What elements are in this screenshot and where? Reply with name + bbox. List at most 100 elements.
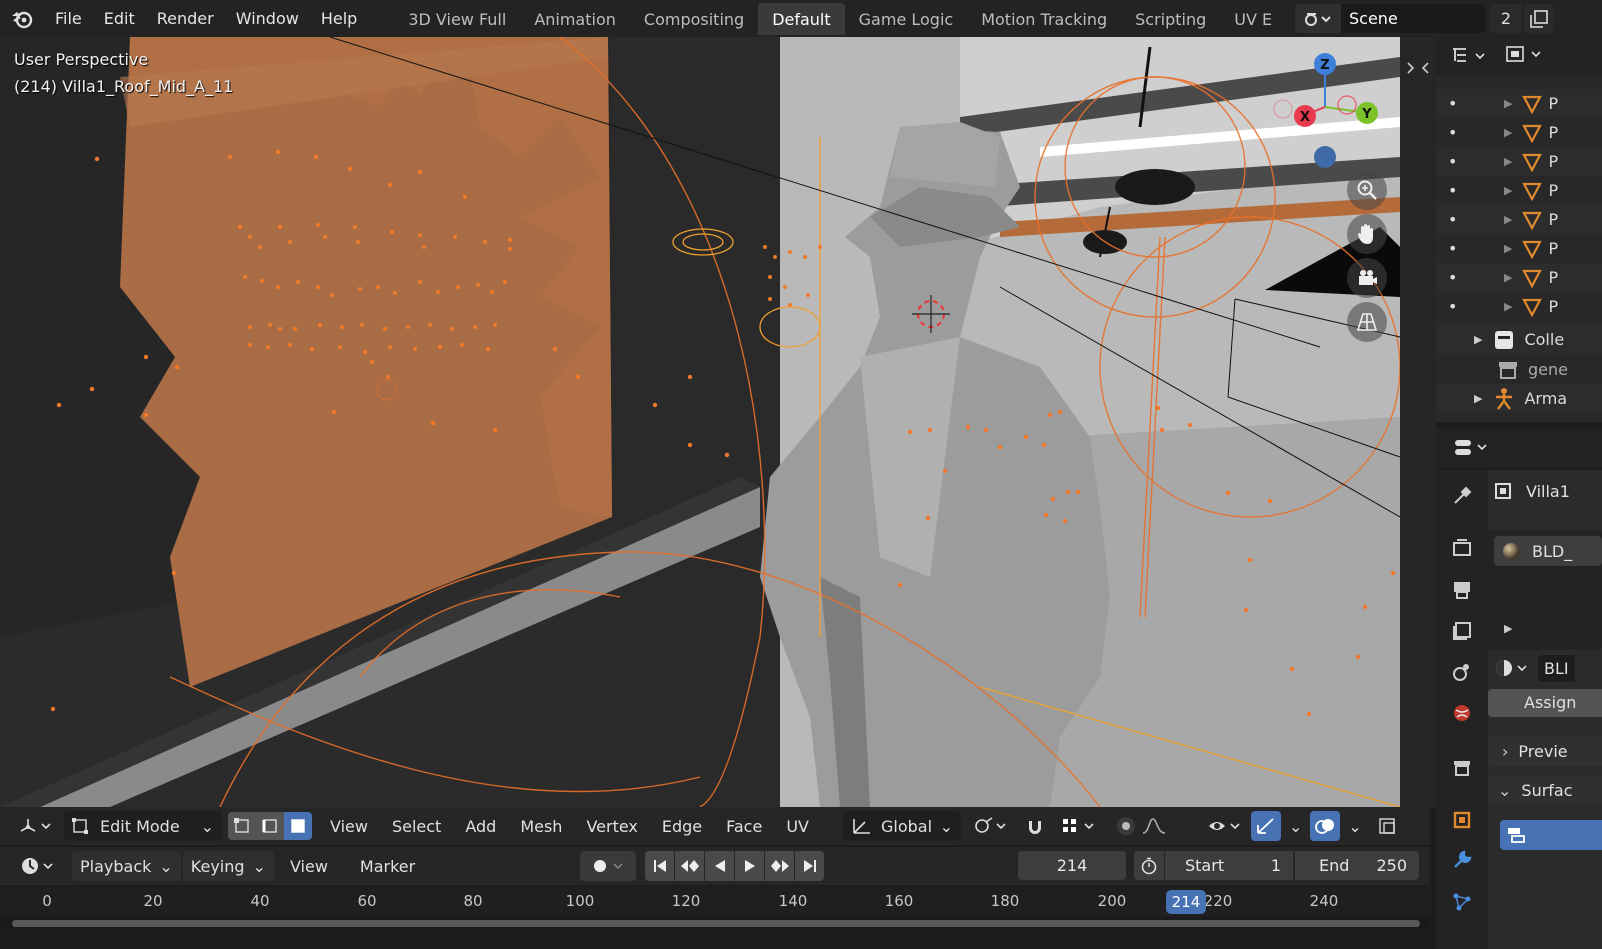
outliner-row-gene[interactable]: gene — [1436, 355, 1602, 384]
surface-panel-header[interactable]: ⌄ Surfac — [1488, 775, 1602, 805]
transform-orientation-dropdown[interactable]: Global ⌄ — [842, 811, 961, 841]
expand-arrow-icon[interactable]: ▶ — [1504, 271, 1512, 284]
tab-default[interactable]: Default — [758, 2, 845, 35]
record-button[interactable] — [580, 851, 636, 881]
preview-panel-header[interactable]: › Previe — [1488, 736, 1602, 766]
outliner-row[interactable]: • ▶ P — [1436, 292, 1602, 321]
play-reverse-icon[interactable] — [705, 851, 734, 881]
tab-game-logic[interactable]: Game Logic — [845, 3, 968, 35]
expand-arrow-icon[interactable]: ▶ — [1504, 126, 1512, 139]
play-icon[interactable] — [735, 851, 764, 881]
menu-help[interactable]: Help — [310, 0, 368, 37]
scene-icon[interactable] — [1295, 4, 1341, 33]
menu-timeline-view[interactable]: View — [282, 851, 336, 881]
tab-motion-tracking[interactable]: Motion Tracking — [967, 3, 1121, 35]
xray-icon[interactable] — [1370, 811, 1404, 841]
expand-arrow-icon[interactable]: ▶ — [1504, 184, 1512, 197]
jump-start-icon[interactable] — [645, 851, 674, 881]
object-name-row[interactable]: Villa1 — [1492, 476, 1570, 506]
camera-view-icon[interactable] — [1347, 258, 1387, 298]
menu-window[interactable]: Window — [225, 0, 310, 37]
tab-uv-editing[interactable]: UV E — [1220, 3, 1286, 35]
modifier-wrench-tab-icon[interactable] — [1444, 842, 1480, 878]
next-keyframe-icon[interactable] — [765, 851, 794, 881]
viewport-scene[interactable] — [0, 37, 1400, 807]
face-select-icon[interactable] — [284, 812, 312, 840]
expand-arrow-icon[interactable]: ▶ — [1504, 213, 1512, 226]
3d-viewport[interactable]: User Perspective (214) Villa1_Roof_Mid_A… — [0, 37, 1400, 807]
mode-dropdown[interactable]: Edit Mode ⌄ — [64, 811, 222, 841]
menu-vertex[interactable]: Vertex — [578, 811, 645, 841]
outliner-row[interactable]: • ▶ P — [1436, 263, 1602, 292]
menu-uv[interactable]: UV — [778, 811, 817, 841]
expand-arrow-icon[interactable]: ▶ — [1504, 242, 1512, 255]
menu-edit[interactable]: Edit — [93, 0, 146, 37]
snap-target-icon[interactable] — [1053, 811, 1107, 841]
tab-3d-view-full[interactable]: 3D View Full — [394, 3, 520, 35]
pivot-point-icon[interactable] — [965, 811, 1017, 841]
timeline-editor-icon[interactable] — [12, 851, 66, 881]
outliner-row[interactable]: • ▶ P — [1436, 176, 1602, 205]
overlays-icon[interactable] — [1310, 811, 1341, 841]
keying-menu[interactable]: Keying ⌄ — [182, 851, 274, 881]
render-tab-icon[interactable] — [1444, 530, 1480, 566]
scene-users-count[interactable]: 2 — [1490, 4, 1522, 33]
current-frame-field[interactable]: 214 — [1018, 851, 1126, 880]
playback-menu[interactable]: Playback ⌄ — [72, 851, 181, 881]
browse-material-icon[interactable] — [1494, 657, 1532, 679]
start-frame-field[interactable]: Start 1 — [1165, 851, 1293, 880]
visibility-eye-icon[interactable] — [1199, 811, 1251, 841]
properties-editor-icon[interactable] — [1452, 436, 1492, 460]
stopwatch-icon[interactable] — [1134, 851, 1164, 880]
outliner-row[interactable]: • ▶ P — [1436, 234, 1602, 263]
menu-face[interactable]: Face — [718, 811, 770, 841]
menu-file[interactable]: File — [44, 0, 93, 37]
jump-end-icon[interactable] — [795, 851, 824, 881]
scene-name[interactable]: Scene — [1341, 9, 1398, 28]
menu-view[interactable]: View — [322, 811, 376, 841]
expand-arrow-icon[interactable]: ▶ — [1504, 155, 1512, 168]
outliner-row-collection[interactable]: ▶ Colle — [1436, 325, 1602, 354]
outliner-row[interactable]: • ▶ P — [1436, 147, 1602, 176]
gizmo-toggle-icon[interactable] — [1250, 811, 1281, 841]
object-tab-icon[interactable] — [1444, 802, 1480, 838]
material-browse-row[interactable]: BLI — [1488, 653, 1602, 683]
playhead-frame-indicator[interactable]: 214 — [1166, 890, 1206, 914]
expand-arrow-icon[interactable]: ▶ — [1474, 333, 1482, 346]
pan-hand-icon[interactable] — [1347, 214, 1387, 254]
tab-scripting[interactable]: Scripting — [1121, 3, 1220, 35]
outliner-row-armature[interactable]: ▶ Arma — [1436, 384, 1602, 413]
menu-add[interactable]: Add — [457, 811, 504, 841]
proportional-editing-icon[interactable] — [1107, 811, 1177, 841]
blender-logo-icon[interactable] — [0, 0, 44, 37]
outliner-display-mode-icon[interactable] — [1450, 45, 1490, 67]
menu-render[interactable]: Render — [146, 0, 225, 37]
expand-arrow-icon[interactable]: ▶ — [1504, 97, 1512, 110]
assign-button[interactable]: Assign — [1488, 689, 1602, 717]
particles-tab-icon[interactable] — [1444, 884, 1480, 920]
material-slot[interactable]: BLD_ — [1494, 536, 1602, 566]
scrollbar-thumb[interactable] — [12, 920, 1420, 927]
outliner-row[interactable]: • ▶ P — [1436, 205, 1602, 234]
outliner-row[interactable]: • ▶ P — [1436, 118, 1602, 147]
collapse-arrows-icon[interactable] — [1404, 61, 1432, 75]
view-layer-tab-icon[interactable] — [1444, 613, 1480, 649]
outliner-row[interactable]: • ▶ P — [1436, 89, 1602, 118]
use-nodes-button[interactable] — [1500, 820, 1602, 850]
new-scene-icon[interactable] — [1524, 4, 1554, 33]
perspective-grid-icon[interactable] — [1347, 302, 1387, 342]
end-frame-field[interactable]: End 250 — [1295, 851, 1419, 880]
timeline-ruler[interactable]: 0 20 40 60 80 100 120 140 160 180 200 22… — [0, 887, 1430, 917]
snap-magnet-icon[interactable] — [1017, 811, 1053, 841]
tab-animation[interactable]: Animation — [520, 3, 630, 35]
edge-select-icon[interactable] — [256, 812, 284, 840]
menu-edge[interactable]: Edge — [654, 811, 710, 841]
prev-keyframe-icon[interactable] — [675, 851, 704, 881]
collection-tab-icon[interactable] — [1444, 750, 1480, 786]
scene-selector[interactable]: Scene — [1295, 4, 1485, 33]
tab-compositing[interactable]: Compositing — [630, 3, 758, 35]
timeline-scrollbar[interactable] — [0, 917, 1430, 929]
chevron-down-icon[interactable]: ⌄ — [1340, 811, 1369, 841]
menu-select[interactable]: Select — [384, 811, 449, 841]
editor-type-icon[interactable] — [10, 811, 60, 841]
